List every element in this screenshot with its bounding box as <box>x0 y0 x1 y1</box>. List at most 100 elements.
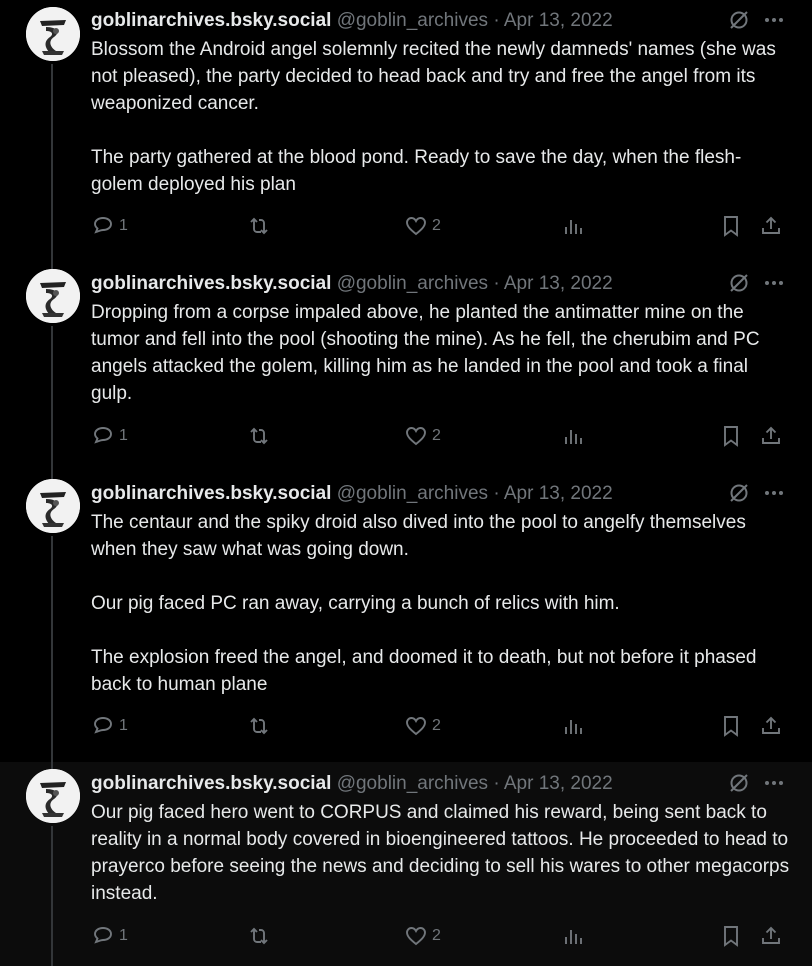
views-icon <box>561 924 585 948</box>
views-icon <box>561 214 585 238</box>
post-date[interactable]: Apr 13, 2022 <box>504 483 613 504</box>
repost-button[interactable] <box>247 712 271 740</box>
reply-button[interactable]: 1 <box>91 212 128 240</box>
post-paragraph: The centaur and the spiky droid also div… <box>91 512 752 560</box>
views-button[interactable] <box>561 212 585 240</box>
repost-button[interactable] <box>247 212 271 240</box>
post-date[interactable]: Apr 13, 2022 <box>504 273 613 294</box>
share-icon <box>759 924 783 948</box>
post-date[interactable]: Apr 13, 2022 <box>504 773 613 794</box>
post[interactable]: goblinarchives.bsky.social @goblin_archi… <box>0 0 812 262</box>
reply-button[interactable]: 1 <box>91 712 128 740</box>
display-name[interactable]: goblinarchives.bsky.social <box>91 273 331 294</box>
repost-icon <box>247 714 271 738</box>
heart-icon <box>404 424 428 448</box>
views-button[interactable] <box>561 422 585 450</box>
repost-button[interactable] <box>247 422 271 450</box>
share-button[interactable] <box>759 922 783 950</box>
bookmark-button[interactable] <box>719 712 743 740</box>
grok-icon[interactable] <box>728 482 750 504</box>
bookmark-button[interactable] <box>719 212 743 240</box>
post-paragraph: The party gathered at the blood pond. Re… <box>91 147 742 195</box>
post[interactable]: goblinarchives.bsky.social @goblin_archi… <box>0 762 812 966</box>
post-date[interactable]: Apr 13, 2022 <box>504 10 613 31</box>
views-icon <box>561 714 585 738</box>
like-count: 2 <box>432 717 441 734</box>
like-button[interactable]: 2 <box>404 922 441 950</box>
reply-icon <box>91 714 115 738</box>
share-icon <box>759 214 783 238</box>
share-button[interactable] <box>759 212 783 240</box>
heart-icon <box>404 924 428 948</box>
display-name[interactable]: goblinarchives.bsky.social <box>91 483 331 504</box>
reply-icon <box>91 924 115 948</box>
grok-icon[interactable] <box>728 9 750 31</box>
bookmark-button[interactable] <box>719 422 743 450</box>
like-button[interactable]: 2 <box>404 212 441 240</box>
thread-line <box>51 762 53 769</box>
heart-icon <box>404 714 428 738</box>
avatar[interactable] <box>26 7 80 61</box>
avatar[interactable] <box>26 269 80 323</box>
more-icon[interactable] <box>764 273 784 293</box>
views-icon <box>561 424 585 448</box>
post-paragraph: Blossom the Android angel solemnly recit… <box>91 39 782 114</box>
action-bar: 1 2 <box>91 212 784 240</box>
reply-button[interactable]: 1 <box>91 422 128 450</box>
like-button[interactable]: 2 <box>404 422 441 450</box>
repost-icon <box>247 214 271 238</box>
reply-count: 1 <box>119 927 128 944</box>
post-header: goblinarchives.bsky.social @goblin_archi… <box>91 272 812 296</box>
heart-icon <box>404 214 428 238</box>
post-paragraph: Dropping from a corpse impaled above, he… <box>91 302 765 404</box>
handle[interactable]: @goblin_archives <box>337 273 488 294</box>
grok-icon[interactable] <box>728 272 750 294</box>
bookmark-icon <box>719 214 743 238</box>
more-icon[interactable] <box>764 773 784 793</box>
handle[interactable]: @goblin_archives <box>337 483 488 504</box>
avatar[interactable] <box>26 479 80 533</box>
handle[interactable]: @goblin_archives <box>337 10 488 31</box>
repost-button[interactable] <box>247 922 271 950</box>
thread-line <box>51 326 53 472</box>
separator: · <box>493 273 500 294</box>
action-bar: 1 2 <box>91 422 784 450</box>
post[interactable]: goblinarchives.bsky.social @goblin_archi… <box>0 472 812 762</box>
views-button[interactable] <box>561 712 585 740</box>
like-button[interactable]: 2 <box>404 712 441 740</box>
reply-count: 1 <box>119 427 128 444</box>
bookmark-icon <box>719 714 743 738</box>
repost-icon <box>247 424 271 448</box>
post-header: goblinarchives.bsky.social @goblin_archi… <box>91 9 812 33</box>
thread-line <box>51 472 53 479</box>
thread-line <box>51 536 53 762</box>
share-icon <box>759 714 783 738</box>
reply-count: 1 <box>119 217 128 234</box>
post-text: Our pig faced hero went to CORPUS and cl… <box>91 799 791 907</box>
display-name[interactable]: goblinarchives.bsky.social <box>91 773 331 794</box>
thread: goblinarchives.bsky.social @goblin_archi… <box>0 0 812 966</box>
reply-count: 1 <box>119 717 128 734</box>
post[interactable]: goblinarchives.bsky.social @goblin_archi… <box>0 262 812 472</box>
bookmark-icon <box>719 924 743 948</box>
reply-icon <box>91 424 115 448</box>
avatar[interactable] <box>26 769 80 823</box>
share-button[interactable] <box>759 712 783 740</box>
thread-line <box>51 262 53 269</box>
bookmark-button[interactable] <box>719 922 743 950</box>
like-count: 2 <box>432 927 441 944</box>
post-text: The centaur and the spiky droid also div… <box>91 509 791 698</box>
more-icon[interactable] <box>764 483 784 503</box>
views-button[interactable] <box>561 922 585 950</box>
handle[interactable]: @goblin_archives <box>337 773 488 794</box>
more-icon[interactable] <box>764 10 784 30</box>
like-count: 2 <box>432 217 441 234</box>
display-name[interactable]: goblinarchives.bsky.social <box>91 10 331 31</box>
grok-icon[interactable] <box>728 772 750 794</box>
reply-button[interactable]: 1 <box>91 922 128 950</box>
post-text: Blossom the Android angel solemnly recit… <box>91 36 791 198</box>
action-bar: 1 2 <box>91 712 784 740</box>
reply-icon <box>91 214 115 238</box>
post-paragraph: Our pig faced hero went to CORPUS and cl… <box>91 802 795 904</box>
share-button[interactable] <box>759 422 783 450</box>
